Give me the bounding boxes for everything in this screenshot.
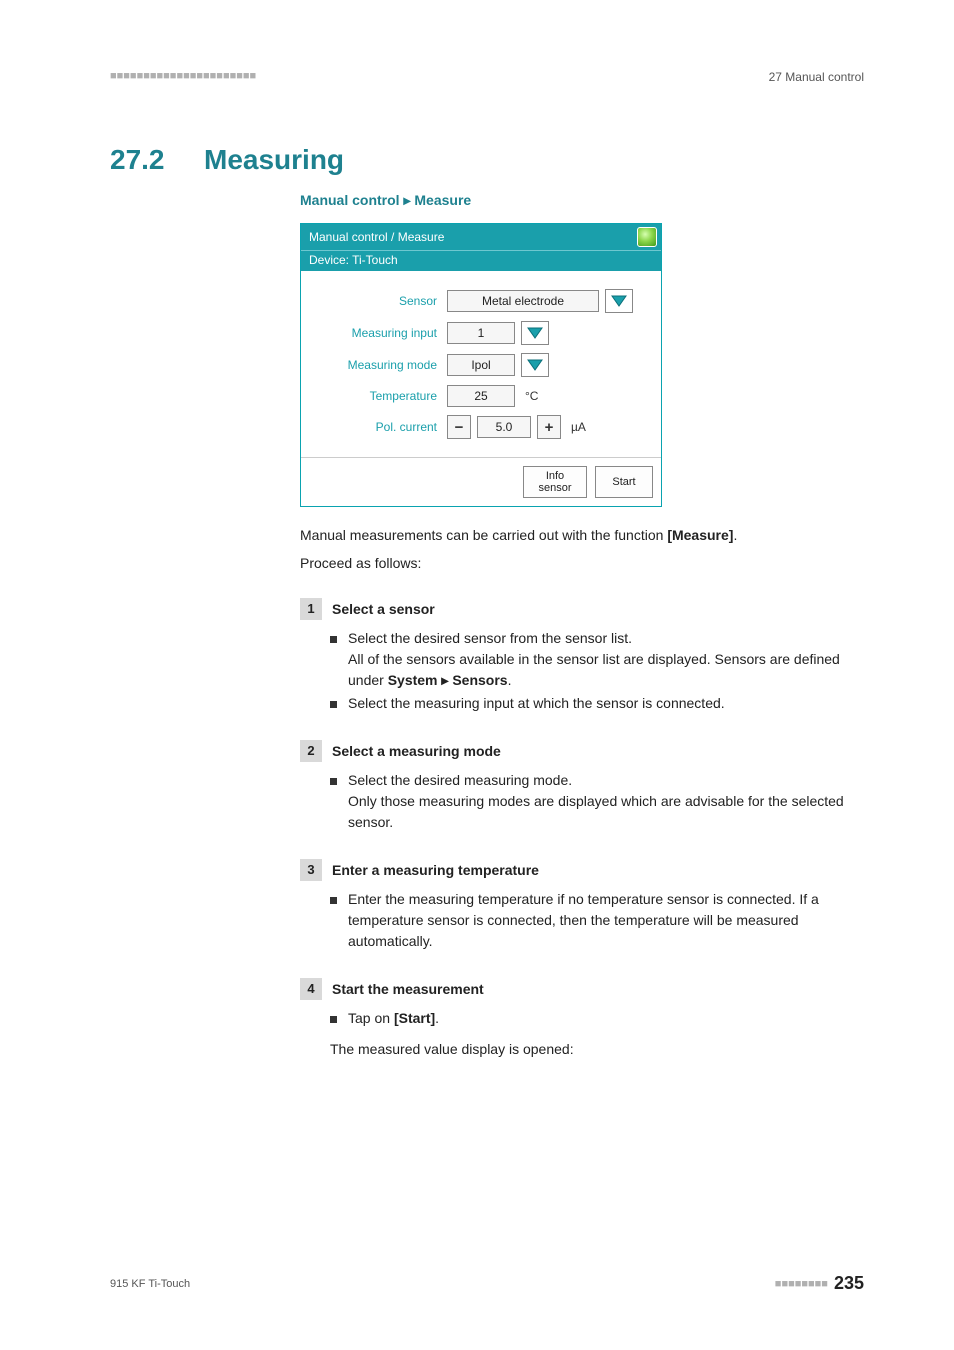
measuring-input-field[interactable]: 1 (447, 322, 515, 344)
info-sensor-button[interactable]: Info sensor (523, 466, 587, 498)
measure-panel: Manual control / Measure Device: Ti-Touc… (300, 223, 662, 507)
step-bullet: Select the measuring input at which the … (330, 693, 864, 714)
footer-device-name: 915 KF Ti-Touch (110, 1278, 190, 1290)
start-button[interactable]: Start (595, 466, 653, 498)
step-bullet: Select the desired measuring mode. Only … (330, 770, 864, 833)
step-after-text: The measured value display is opened: (300, 1039, 864, 1060)
footer-ornament-right: ■■■■■■■■ (775, 1278, 828, 1290)
section-title: Measuring (204, 144, 344, 176)
step: 1 Select a sensor Select the desired senso… (300, 598, 864, 714)
step: 4 Start the measurement Tap on [Start]. The… (300, 978, 864, 1060)
sensor-label: Sensor (309, 294, 441, 308)
pol-current-increment[interactable]: + (537, 415, 561, 439)
panel-title: Manual control / Measure (309, 230, 444, 244)
header-ornament-left: ■■■■■■■■■■■■■■■■■■■■■■ (110, 70, 256, 84)
step-title: Select a sensor (332, 601, 435, 617)
section-heading: 27.2 Measuring (110, 144, 864, 176)
pol-current-label: Pol. current (309, 420, 441, 434)
step-number: 3 (300, 859, 322, 881)
sensor-dropdown[interactable] (605, 289, 633, 313)
chapter-reference: 27 Manual control (769, 70, 864, 84)
measuring-mode-field[interactable]: Ipol (447, 354, 515, 376)
section-number: 27.2 (110, 144, 180, 176)
step: 3 Enter a measuring temperature Enter the … (300, 859, 864, 952)
step-bullet: Enter the measuring temperature if no te… (330, 889, 864, 952)
pol-current-unit: µA (567, 420, 586, 434)
intro-paragraph-1: Manual measurements can be carried out w… (300, 525, 864, 545)
sensor-field[interactable]: Metal electrode (447, 290, 599, 312)
step-number: 2 (300, 740, 322, 762)
temperature-field[interactable]: 25 (447, 385, 515, 407)
step-number: 1 (300, 598, 322, 620)
breadcrumb: Manual control ▸ Measure (300, 192, 864, 209)
pol-current-field[interactable]: 5.0 (477, 416, 531, 438)
step-title: Enter a measuring temperature (332, 862, 539, 878)
step-bullet: Select the desired sensor from the senso… (330, 628, 864, 691)
step-number: 4 (300, 978, 322, 1000)
page-number: 235 (834, 1273, 864, 1294)
pol-current-decrement[interactable]: − (447, 415, 471, 439)
panel-device-line: Device: Ti-Touch (301, 250, 661, 271)
step-bullet: Tap on [Start]. (330, 1008, 864, 1029)
chevron-down-icon (611, 295, 627, 307)
step-title: Start the measurement (332, 981, 484, 997)
intro-paragraph-2: Proceed as follows: (300, 553, 864, 573)
step-title: Select a measuring mode (332, 743, 501, 759)
step: 2 Select a measuring mode Select the desir… (300, 740, 864, 833)
chevron-down-icon (527, 327, 543, 339)
measuring-mode-dropdown[interactable] (521, 353, 549, 377)
status-led-icon (637, 227, 657, 247)
temperature-unit: °C (521, 389, 538, 403)
measuring-mode-label: Measuring mode (309, 358, 441, 372)
measuring-input-label: Measuring input (309, 326, 441, 340)
chevron-down-icon (527, 359, 543, 371)
temperature-label: Temperature (309, 389, 441, 403)
measuring-input-dropdown[interactable] (521, 321, 549, 345)
